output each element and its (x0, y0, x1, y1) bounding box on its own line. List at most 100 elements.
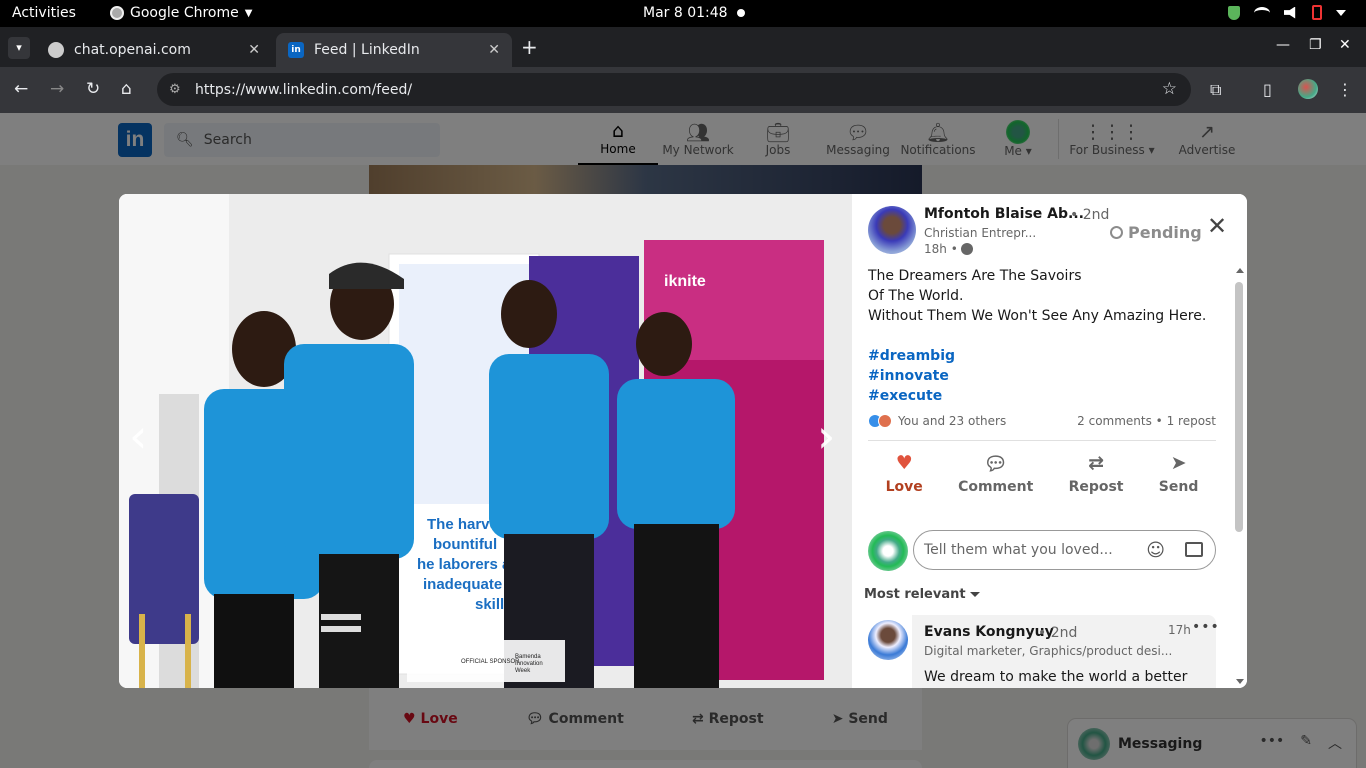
previous-image-arrow-icon[interactable]: ‹ (129, 409, 147, 463)
sort-label: Most relevant (864, 587, 966, 602)
app-menu[interactable]: Google Chrome ▼ (110, 5, 252, 21)
tab-title: Feed | LinkedIn (314, 42, 420, 58)
author-avatar[interactable] (868, 206, 916, 254)
love-button[interactable]: ♥ Love (886, 452, 923, 495)
event-line: Week (515, 668, 531, 674)
reload-icon[interactable]: ↻ (86, 79, 100, 99)
comment-time: 17h (1168, 623, 1191, 637)
tab-chatgpt[interactable]: chat.openai.com ✕ (36, 33, 272, 67)
sort-comments-dropdown[interactable]: Most relevant (864, 587, 980, 602)
author-headline: Christian Entrepr... (924, 226, 1037, 240)
minimize-icon[interactable]: — (1276, 37, 1290, 53)
author-degree: • 2nd (1070, 207, 1110, 223)
url-text: https://www.linkedin.com/feed/ (195, 81, 413, 98)
post-text: The Dreamers Are The Savoirs Of The Worl… (868, 266, 1218, 406)
hashtag-link[interactable]: #dreambig (868, 346, 1218, 366)
panel-scrollbar[interactable] (1233, 268, 1245, 684)
post-timestamp: 18h • (924, 242, 973, 256)
close-icon[interactable]: ✕ (1204, 212, 1230, 240)
comment-text: We dream to make the world a better (924, 669, 1188, 685)
repost-button[interactable]: ⇄ Repost (1069, 452, 1124, 495)
scroll-down-arrow-icon[interactable] (1236, 679, 1244, 684)
maximize-icon[interactable]: ❐ (1309, 37, 1322, 53)
send-icon: ➤ (1170, 452, 1187, 474)
notification-dot-icon (737, 9, 745, 17)
back-icon[interactable]: ← (14, 79, 28, 99)
repost-label: Repost (1068, 479, 1124, 495)
pending-label: Pending (1128, 223, 1202, 242)
commenter-avatar[interactable] (868, 620, 908, 660)
post-spacer (868, 326, 1218, 346)
comment-placeholder: Tell them what you loved... (924, 542, 1113, 558)
social-counts: You and 23 others 2 comments • 1 repost (868, 414, 1216, 428)
love-label: Love (885, 479, 923, 495)
repost-icon: ⇄ (1088, 452, 1104, 474)
commenter-name[interactable]: Evans Kongnyuy (924, 624, 1054, 640)
post-photo: iknite The harves bountiful he laborers ai… (119, 194, 852, 688)
openai-favicon-icon (48, 42, 64, 58)
tab-search-button[interactable]: ▾ (8, 37, 30, 59)
site-info-icon[interactable]: ⚙ (169, 82, 185, 97)
commenter-headline: Digital marketer, Graphics/product desi.… (924, 644, 1173, 658)
app-name: Google Chrome (130, 5, 239, 21)
image-icon[interactable] (1185, 542, 1203, 557)
post-details-panel: Mfontoh Blaise Ab... • 2nd Christian Ent… (852, 194, 1247, 688)
heart-icon: ♥ (895, 452, 913, 474)
divider (868, 440, 1216, 441)
pending-connection-button[interactable]: Pending (1110, 223, 1202, 242)
post-actions: ♥ Love 💬︎ Comment ⇄ Repost ➤ Send (868, 452, 1216, 495)
iknite-banner-text: iknite (664, 273, 706, 290)
post-line: The Dreamers Are The Savoirs (868, 268, 1082, 284)
emoji-icon[interactable]: ☺ (1146, 540, 1165, 561)
hashtag-link[interactable]: #execute (868, 386, 1218, 406)
side-panel-icon[interactable]: ▯ (1263, 80, 1272, 99)
menu-kebab-icon[interactable]: ⋮ (1337, 80, 1353, 99)
banner-line: inadequate (423, 576, 502, 593)
close-tab-icon[interactable]: ✕ (248, 42, 260, 58)
profile-avatar[interactable] (1298, 79, 1318, 99)
post-line: Without Them We Won't See Any Amazing He… (868, 308, 1207, 324)
send-label: Send (1158, 479, 1199, 495)
system-tray[interactable] (1228, 5, 1346, 20)
scroll-up-arrow-icon[interactable] (1236, 268, 1244, 273)
caret-down-icon (969, 592, 980, 597)
tray-menu-caret-icon (1336, 9, 1346, 16)
send-button[interactable]: ➤ Send (1159, 452, 1199, 495)
comment-icon: 💬︎ (983, 453, 1008, 475)
extensions-icon[interactable]: ⧉ (1210, 80, 1221, 100)
browser-toolbar: ← → ↻ ⌂ ⚙ https://www.linkedin.com/feed/… (0, 67, 1366, 113)
post-photo-illustration: iknite The harves bountiful he laborers ai… (119, 194, 852, 688)
volume-icon (1284, 6, 1296, 19)
comment-button[interactable]: 💬︎ Comment (958, 452, 1033, 495)
tab-linkedin[interactable]: in Feed | LinkedIn ✕ (276, 33, 512, 67)
scrollbar-thumb[interactable] (1235, 282, 1243, 532)
current-user-avatar (868, 531, 908, 571)
author-name[interactable]: Mfontoh Blaise Ab... (924, 206, 1084, 222)
new-tab-button[interactable]: + (521, 35, 538, 59)
banner-line: he laborers a (417, 556, 511, 573)
comment-input[interactable]: Tell them what you loved... ☺ (913, 530, 1216, 570)
activities-button[interactable]: Activities (12, 5, 76, 21)
comment-item: Evans Kongnyuy • 2nd 17h ••• Digital mar… (912, 615, 1219, 688)
home-icon[interactable]: ⌂ (121, 79, 132, 99)
system-top-bar: Activities Google Chrome ▼ Mar 8 01:48 (0, 0, 1366, 27)
chrome-icon (110, 6, 124, 20)
next-image-arrow-icon[interactable]: › (817, 409, 835, 463)
comment-label: Comment (958, 479, 1034, 495)
app-menu-caret-icon: ▼ (244, 7, 253, 19)
post-line: Of The World. (868, 288, 964, 304)
reactions-link[interactable]: You and 23 others (898, 414, 1006, 428)
comments-reposts-link[interactable]: 2 comments • 1 repost (1077, 414, 1216, 428)
clock[interactable]: Mar 8 01:48 (643, 5, 728, 21)
forward-icon[interactable]: → (50, 79, 64, 99)
battery-icon (1312, 5, 1322, 20)
close-window-icon[interactable]: ✕ (1339, 37, 1351, 53)
event-line: Bamenda (515, 654, 541, 660)
address-bar[interactable]: ⚙ https://www.linkedin.com/feed/ ☆ (157, 73, 1191, 106)
close-tab-icon[interactable]: ✕ (488, 42, 500, 58)
wifi-icon (1254, 6, 1270, 19)
bookmark-star-icon[interactable]: ☆ (1162, 79, 1177, 99)
post-time: 18h • (924, 242, 958, 256)
comment-more-icon[interactable]: ••• (1192, 619, 1220, 635)
hashtag-link[interactable]: #innovate (868, 366, 1218, 386)
